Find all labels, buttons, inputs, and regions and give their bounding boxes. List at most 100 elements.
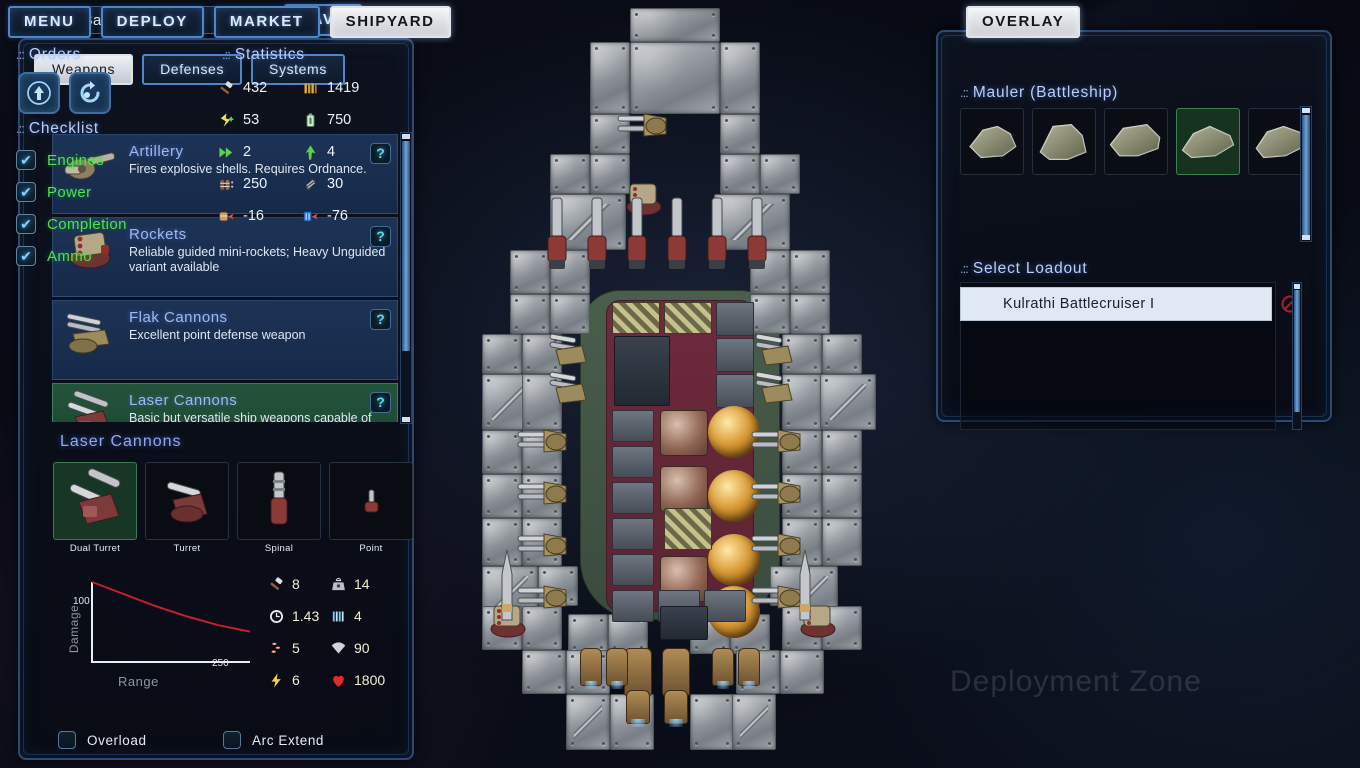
engine-module[interactable] (662, 648, 690, 699)
armor-plate-tile[interactable] (750, 294, 790, 334)
menu-button[interactable]: MENU (8, 6, 91, 38)
weapon-option-checkbox[interactable]: Overload (58, 731, 223, 749)
weapon-help-button[interactable]: ? (370, 309, 391, 330)
weapon-list-item[interactable]: Laser Cannons Basic but versatile ship we… (52, 383, 398, 422)
weapon-mount[interactable] (794, 548, 816, 637)
ship-hull-option[interactable] (1104, 108, 1168, 175)
upgrade-order-button[interactable] (18, 72, 60, 114)
weapon-mount[interactable] (546, 368, 592, 411)
ship-blueprint-canvas[interactable] (420, 0, 940, 768)
armor-plate-tile[interactable] (820, 374, 876, 430)
armor-plate-tile[interactable] (822, 474, 862, 518)
weapon-list-item[interactable]: Flak Cannons Excellent point defense weap… (52, 300, 398, 380)
weapon-variant[interactable]: Turret (145, 462, 229, 554)
armor-plate-tile[interactable] (630, 8, 720, 42)
component-module[interactable] (612, 554, 654, 586)
cargo-module[interactable] (612, 302, 660, 334)
armor-plate-tile[interactable] (720, 42, 760, 114)
loadout-list-item[interactable]: Kulrathi Battlecruiser I (960, 287, 1272, 321)
weapon-modifier-options[interactable]: OverloadArc ExtendRapid FireRange Extend (58, 720, 388, 768)
loadout-list[interactable]: Kulrathi Battlecruiser I (960, 287, 1272, 321)
checkbox-box[interactable] (223, 731, 241, 749)
armor-plate-tile[interactable] (822, 334, 862, 374)
weapon-mount[interactable] (546, 330, 592, 373)
weapon-mount[interactable] (752, 368, 798, 411)
overlay-button[interactable]: OVERLAY (966, 6, 1081, 38)
armor-plate-tile[interactable] (590, 42, 630, 114)
engine-module[interactable] (580, 648, 602, 689)
weapon-variant[interactable]: Point (329, 462, 413, 554)
component-module[interactable] (612, 410, 654, 442)
weapon-mount[interactable] (752, 330, 798, 373)
loadout-scrollbar[interactable] (1292, 282, 1302, 430)
engine-module[interactable] (712, 648, 734, 689)
weapon-mount[interactable] (582, 196, 612, 277)
ship-hull-option[interactable] (1176, 108, 1240, 175)
weapon-mount[interactable] (542, 196, 572, 277)
ship-hull-option[interactable] (960, 108, 1024, 175)
component-module[interactable] (612, 518, 654, 550)
weapon-mount[interactable] (750, 424, 806, 463)
ship-hull-variant-list[interactable] (960, 108, 1312, 175)
ship-hull-option[interactable] (1032, 108, 1096, 175)
engine-module[interactable] (664, 690, 688, 727)
component-module[interactable] (716, 374, 754, 408)
weapon-option-checkbox[interactable]: Arc Extend (223, 731, 388, 749)
weapon-mount[interactable] (516, 528, 572, 567)
armor-plate-tile[interactable] (566, 694, 610, 750)
refit-order-button[interactable] (69, 72, 111, 114)
cargo-module[interactable] (664, 302, 712, 334)
component-module[interactable] (612, 590, 654, 622)
armor-plate-tile[interactable] (732, 694, 776, 750)
weapon-mount[interactable] (516, 476, 572, 515)
engine-module[interactable] (606, 648, 628, 689)
weapon-variant[interactable]: Spinal (237, 462, 321, 554)
component-module[interactable] (612, 482, 654, 514)
checklist-checkbox[interactable]: ✔ (16, 246, 36, 266)
armor-plate-tile[interactable] (720, 114, 760, 154)
weapon-mount[interactable] (662, 196, 692, 277)
component-module[interactable] (612, 446, 654, 478)
bridge-module[interactable] (614, 336, 670, 406)
armor-plate-tile[interactable] (720, 154, 760, 194)
deploy-button[interactable]: DEPLOY (100, 6, 204, 38)
armor-plate-tile[interactable] (790, 250, 830, 294)
armor-plate-tile[interactable] (822, 518, 862, 566)
component-module[interactable] (716, 302, 754, 336)
weapon-mount[interactable] (742, 196, 772, 277)
weapon-mount[interactable] (702, 196, 732, 277)
fuel-tank-module[interactable] (660, 466, 708, 512)
scrollbar-thumb[interactable] (402, 141, 410, 351)
market-button[interactable]: MARKET (213, 6, 320, 38)
armor-plate-tile[interactable] (482, 334, 522, 374)
engine-module[interactable] (626, 690, 650, 727)
component-module[interactable] (704, 590, 746, 622)
fuel-tank-module[interactable] (660, 410, 708, 456)
shipyard-button[interactable]: SHIPYARD (329, 6, 451, 38)
order-buttons[interactable] (18, 72, 111, 114)
checkbox-box[interactable] (58, 731, 76, 749)
weapon-variant-list[interactable]: Dual Turret Turret Spinal Point (53, 462, 413, 554)
weapon-mount[interactable] (622, 196, 652, 277)
weapon-mount[interactable] (750, 476, 806, 515)
weapon-variant[interactable]: Dual Turret (53, 462, 137, 554)
weapon-mount[interactable] (516, 424, 572, 463)
component-module[interactable] (716, 338, 754, 372)
weapon-mount[interactable] (616, 108, 672, 147)
engine-module[interactable] (624, 648, 652, 699)
checklist-checkbox[interactable]: ✔ (16, 150, 36, 170)
armor-plate-tile[interactable] (630, 42, 720, 114)
armor-plate-tile[interactable] (510, 294, 550, 334)
armor-plate-tile[interactable] (550, 154, 590, 194)
weapon-mount[interactable] (496, 548, 518, 637)
armor-plate-tile[interactable] (690, 694, 734, 750)
system-module[interactable] (660, 606, 708, 640)
weapon-help-button[interactable]: ? (370, 392, 391, 413)
weapon-list-scrollbar[interactable] (400, 132, 412, 424)
ship-list-scrollbar[interactable] (1300, 106, 1312, 242)
scrollbar-thumb[interactable] (1294, 290, 1300, 412)
checklist-checkbox[interactable]: ✔ (16, 182, 36, 202)
checklist-checkbox[interactable]: ✔ (16, 214, 36, 234)
armor-plate-tile[interactable] (550, 294, 590, 334)
armor-plate-tile[interactable] (790, 294, 830, 334)
